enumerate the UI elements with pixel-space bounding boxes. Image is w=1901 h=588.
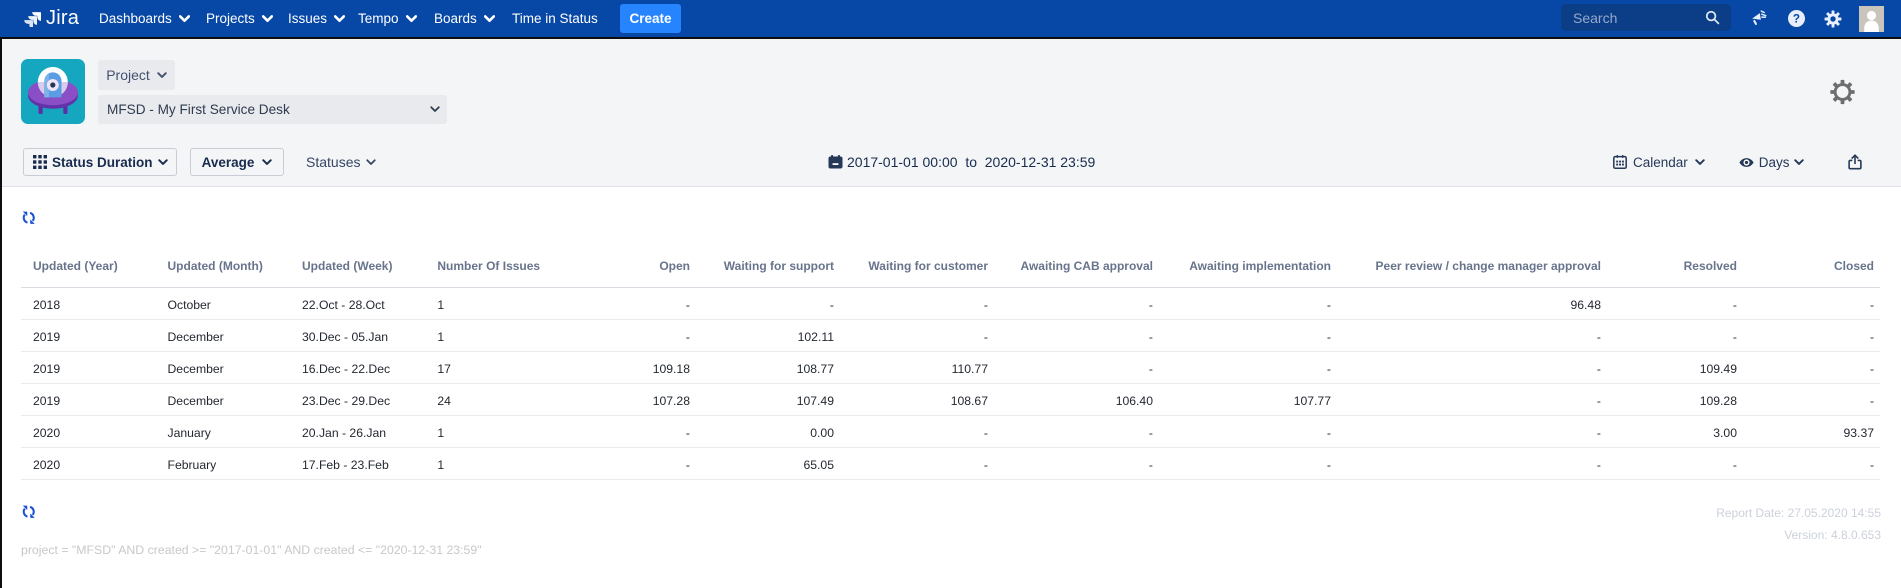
svg-text:?: ?	[1793, 13, 1800, 26]
